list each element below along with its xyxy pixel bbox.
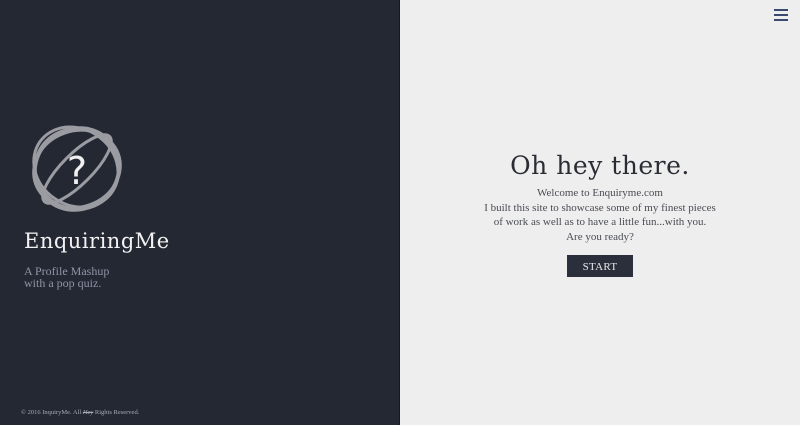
intro-line: Are you ready? bbox=[566, 230, 634, 243]
brand-name: EnquiringMe bbox=[24, 229, 170, 253]
logo-question-mark: ? bbox=[67, 149, 87, 193]
left-panel: ? EnquiringMe A Profile Mashup with a po… bbox=[0, 0, 400, 425]
hero-heading: Oh hey there. bbox=[510, 151, 690, 180]
intro-line: I built this site to showcase some of my… bbox=[484, 201, 716, 214]
intro-line: of work as well as to have a little fun.… bbox=[493, 216, 707, 228]
hero-intro: Welcome to Enquiryme.com I built this si… bbox=[400, 186, 800, 244]
tagline: A Profile Mashup with a pop quiz. bbox=[24, 265, 109, 289]
footer-prefix: © 2016 InquiryMe. All bbox=[21, 409, 83, 416]
hamburger-bar bbox=[774, 14, 788, 16]
hamburger-bar bbox=[774, 19, 788, 21]
page: ? EnquiringMe A Profile Mashup with a po… bbox=[0, 0, 800, 425]
footer-strike: Hey bbox=[82, 409, 94, 416]
tagline-line-2: with a pop quiz. bbox=[24, 276, 102, 290]
footer-copyright: © 2016 InquiryMe. All Hey Rights Reserve… bbox=[21, 409, 139, 416]
hero: Oh hey there. Welcome to Enquiryme.com I… bbox=[400, 148, 800, 277]
start-button[interactable]: START bbox=[567, 255, 633, 277]
hamburger-bar bbox=[774, 9, 788, 11]
hamburger-icon[interactable] bbox=[774, 9, 788, 21]
footer-suffix: Rights Reserved. bbox=[93, 409, 140, 416]
right-panel: Oh hey there. Welcome to Enquiryme.com I… bbox=[400, 0, 800, 425]
question-orbit-icon: ? bbox=[29, 121, 129, 217]
intro-line: Welcome to Enquiryme.com bbox=[537, 187, 663, 199]
